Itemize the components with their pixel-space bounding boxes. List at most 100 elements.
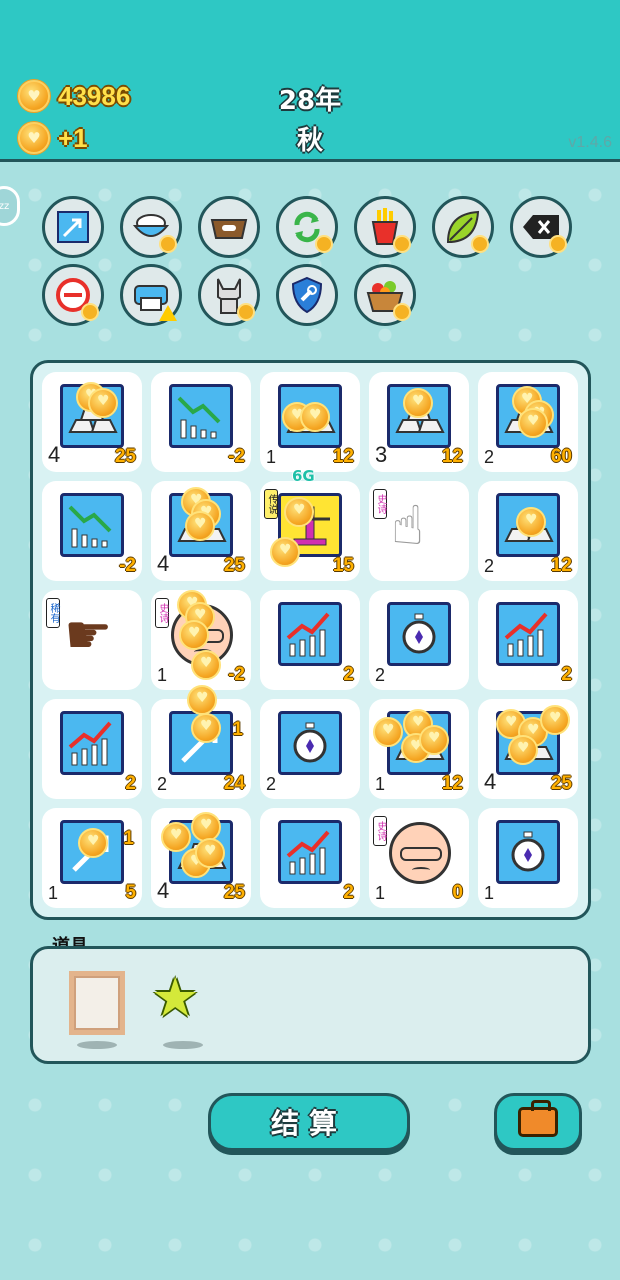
brown-hand-icon: ☛ [64,603,113,666]
chart-down-icon [169,384,233,448]
board-cell[interactable]: 2 60 [478,372,578,472]
skill-rice-bowl[interactable] [120,196,182,258]
skill-printer[interactable] [120,264,182,326]
cell-value: 24 [223,773,245,794]
coin-icon [549,235,567,253]
cell-value: 25 [114,446,136,467]
cell-count: 4 [48,442,61,467]
board-cell[interactable]: -2 [151,372,251,472]
coin-icon [88,388,118,418]
stopwatch-icon [496,820,560,884]
skill-minus[interactable] [42,264,104,326]
rarity-tag: 史诗 [373,489,387,519]
board-cell[interactable]: 1 5 1 [42,808,142,908]
coin-icon [403,388,433,418]
tile-overlay-number: 1 [232,719,243,740]
board-cell[interactable]: 2 [369,590,469,690]
coin-icon [185,511,215,541]
picture-frame-icon[interactable] [69,971,125,1035]
coin-icon [237,303,255,321]
skill-dog-food[interactable] [198,196,260,258]
cell-count: 1 [375,774,386,794]
board-cell[interactable]: 2 12 [478,481,578,581]
cell-count: 2 [375,665,386,685]
cell-count: 2 [484,556,495,576]
cell-value: 25 [223,882,245,903]
stopwatch-icon [387,602,451,666]
skill-shield-wrench[interactable] [276,264,338,326]
cell-value: -2 [228,446,245,467]
board-cell[interactable]: 2 [260,699,360,799]
year-label: 28年 [278,86,342,116]
cell-count: 2 [157,774,168,794]
board-cell[interactable]: 2 [260,808,360,908]
chart-up-icon [496,602,560,666]
cell-value: 25 [550,773,572,794]
top-bar: 43986 +1 28年 秋 v1.4.6 [0,0,620,162]
cell-value: -2 [119,555,136,576]
board-cell[interactable]: 4 25 [478,699,578,799]
coin-icon [191,713,221,743]
cell-count: 1 [484,883,495,903]
board-cell[interactable]: 2 [260,590,360,690]
board-cell[interactable]: 2 24 1 [151,685,251,799]
stopwatch-icon [278,711,342,775]
skill-arrow-up[interactable] [42,196,104,258]
board-cell[interactable]: 4 25 [151,808,251,908]
board-cell[interactable]: 3 12 [369,372,469,472]
cell-count: 4 [157,878,170,903]
inventory-button[interactable] [494,1093,582,1151]
board-cell[interactable]: 2 [478,590,578,690]
board-cell[interactable]: 1 12 [260,372,360,472]
cell-value: 12 [332,446,354,467]
cell-value: 2 [343,664,354,685]
cell-value: 60 [550,446,572,467]
items-panel: ★ [30,946,591,1064]
board-cell[interactable]: 传说 6G 15 [260,467,360,581]
season-label: 秋 [296,126,323,156]
board-cell[interactable]: 1 [478,808,578,908]
skill-dog[interactable] [198,264,260,326]
board-cell[interactable]: -2 [42,481,142,581]
cell-value: 12 [441,446,463,467]
pointing-hand-icon: ☝ [391,494,424,557]
rarity-tag: 史诗 [373,816,387,846]
old-man-icon [389,822,451,884]
board-cell[interactable]: ☛ 稀有 [42,590,142,690]
item-shadow [77,1041,117,1049]
coin-icon [179,620,209,650]
cell-value: 5 [125,882,136,903]
board-cell[interactable]: 2 [42,699,142,799]
slot-board: 425-2112312260-2425传说6G15☝史诗212☛稀有史诗1-22… [30,360,591,920]
board-cell[interactable]: ☝ 史诗 [369,481,469,581]
cell-value: 15 [332,555,354,576]
board-cell[interactable]: 史诗 1 0 [369,808,469,908]
chart-up-icon [278,602,342,666]
star-icon[interactable]: ★ [151,971,199,1025]
skill-leaf[interactable] [432,196,494,258]
cell-value: 2 [343,882,354,903]
board-cell[interactable]: 史诗 1 -2 [151,590,251,690]
cell-value: 2 [125,773,136,794]
board-cell[interactable]: 4 25 [151,481,251,581]
skill-refresh[interactable] [276,196,338,258]
skill-delete[interactable] [510,196,572,258]
coin-icon [284,497,314,527]
board-cell[interactable]: 1 12 [369,699,469,799]
cell-count: 1 [48,883,59,903]
board-cell[interactable]: 4 25 [42,372,142,472]
coin-icon [315,235,333,253]
coin-icon [159,235,177,253]
cell-value: 2 [561,664,572,685]
briefcase-icon [518,1100,558,1137]
coin-icon [81,303,99,321]
skill-fruit-basket[interactable] [354,264,416,326]
chart-down-icon [60,493,124,557]
settle-button[interactable]: 结算 [208,1093,410,1151]
rarity-tag: 传说 [264,489,278,519]
cell-value: 25 [223,555,245,576]
cell-value: -2 [228,664,245,685]
coin-icon [518,408,548,438]
skill-fries[interactable] [354,196,416,258]
arrow-up-right-icon [57,211,89,243]
